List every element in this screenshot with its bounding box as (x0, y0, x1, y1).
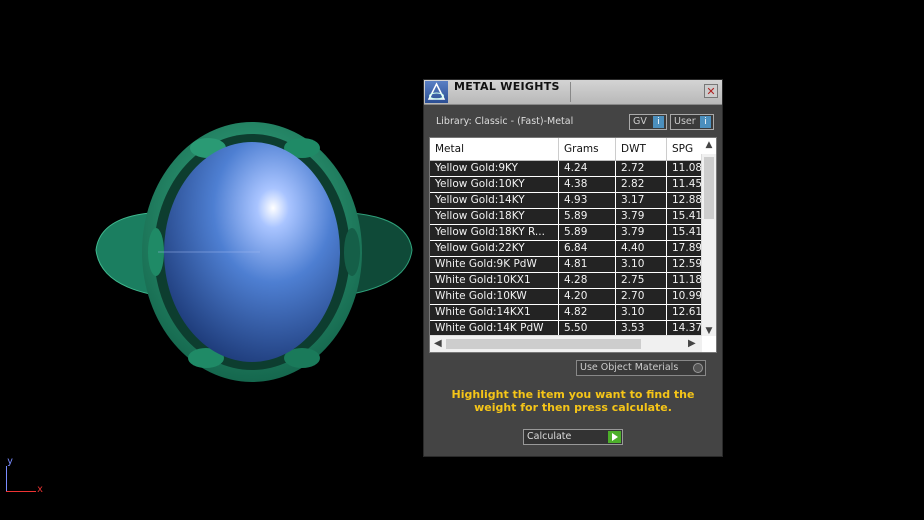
cell-spg: 15.41 (672, 226, 702, 238)
chevron-left-icon[interactable]: ◀ (434, 336, 442, 352)
table-body: Yellow Gold:9KY 4.24 2.72 11.08 Yellow Gold:… (430, 161, 702, 336)
use-object-materials-label: Use Object Materials (580, 362, 679, 373)
y-axis-line (6, 466, 7, 492)
info-icon[interactable]: i (700, 116, 711, 128)
cell-grams: 5.89 (559, 225, 616, 240)
gv-label: GV (633, 116, 647, 127)
x-axis-label: x (37, 484, 44, 495)
horizontal-scrollbar[interactable]: ◀ ▶ (430, 335, 702, 352)
vertical-scrollbar[interactable]: ▲ ▼ (701, 140, 716, 336)
calculate-label: Calculate (527, 431, 572, 442)
cell-dwt: 4.40 (616, 241, 667, 256)
cell-grams: 4.81 (559, 257, 616, 272)
panel-titlebar[interactable]: METAL WEIGHTS ✕ (424, 80, 722, 105)
chevron-right-icon[interactable]: ▶ (688, 336, 696, 352)
play-icon[interactable] (608, 431, 621, 443)
column-header-spg[interactable]: SPG (667, 138, 703, 160)
cell-spg: 11.08 (672, 162, 702, 174)
cell-dwt: 3.10 (616, 305, 667, 320)
cell-metal: Yellow Gold:14KY (430, 193, 559, 208)
cell-metal: White Gold:14K PdW (430, 321, 559, 336)
close-icon: ✕ (706, 85, 716, 98)
radio-icon[interactable] (693, 363, 703, 373)
use-object-materials-toggle[interactable]: Use Object Materials (576, 360, 706, 376)
cell-spg: 15.41 (672, 210, 702, 222)
cell-dwt: 2.75 (616, 273, 667, 288)
table-row[interactable]: Yellow Gold:18KY 5.89 3.79 15.41 (430, 209, 702, 225)
axis-indicator: y x (0, 452, 60, 502)
table-row[interactable]: Yellow Gold:18KY R... 5.89 3.79 15.41 (430, 225, 702, 241)
cell-metal: Yellow Gold:18KY (430, 209, 559, 224)
cell-spg: 14.37 (672, 322, 702, 334)
instruction-text: Highlight the item you want to find the … (451, 388, 695, 414)
table-row[interactable]: Yellow Gold:22KY 6.84 4.40 17.89 (430, 241, 702, 257)
cell-spg: 11.18 (672, 274, 702, 286)
metal-weights-panel: METAL WEIGHTS ✕ Library: Classic - (Fast… (423, 79, 723, 457)
ring-model[interactable] (90, 118, 420, 386)
cell-grams: 6.84 (559, 241, 616, 256)
cell-metal: Yellow Gold:22KY (430, 241, 559, 256)
column-header-dwt[interactable]: DWT (616, 138, 667, 160)
table-row[interactable]: White Gold:10KW 4.20 2.70 10.99 (430, 289, 702, 305)
cell-spg: 11.45 (672, 178, 702, 190)
library-label: Library: Classic - (Fast)-Metal (436, 116, 574, 127)
cell-dwt: 2.82 (616, 177, 667, 192)
metal-table: Metal Grams DWT SPG Yellow Gold:9KY 4.24 2… (429, 137, 717, 353)
titlebar-divider (570, 82, 571, 102)
cell-dwt: 3.79 (616, 225, 667, 240)
cell-spg: 10.99 (672, 290, 702, 302)
cell-dwt: 3.79 (616, 209, 667, 224)
table-row[interactable]: Yellow Gold:9KY 4.24 2.72 11.08 (430, 161, 702, 177)
cell-metal: Yellow Gold:18KY R... (430, 225, 559, 240)
x-axis-line (6, 491, 36, 492)
cell-spg: 12.61 (672, 306, 702, 318)
table-row[interactable]: White Gold:14KX1 4.82 3.10 12.61 (430, 305, 702, 321)
table-row[interactable]: Yellow Gold:10KY 4.38 2.82 11.45 (430, 177, 702, 193)
cell-spg: 17.89 (672, 242, 702, 254)
column-header-metal[interactable]: Metal (430, 138, 559, 160)
cell-metal: White Gold:9K PdW (430, 257, 559, 272)
cell-dwt: 3.17 (616, 193, 667, 208)
app-logo-icon (425, 81, 448, 103)
column-header-grams[interactable]: Grams (559, 138, 616, 160)
cell-dwt: 2.70 (616, 289, 667, 304)
user-toggle[interactable]: User i (670, 114, 714, 130)
user-label: User (674, 116, 696, 127)
table-row[interactable]: White Gold:10KX1 4.28 2.75 11.18 (430, 273, 702, 289)
cell-grams: 4.24 (559, 161, 616, 176)
y-axis-label: y (7, 456, 14, 467)
cell-metal: White Gold:14KX1 (430, 305, 559, 320)
table-header: Metal Grams DWT SPG (430, 138, 702, 161)
cell-dwt: 3.10 (616, 257, 667, 272)
table-row[interactable]: Yellow Gold:14KY 4.93 3.17 12.88 (430, 193, 702, 209)
cell-metal: White Gold:10KW (430, 289, 559, 304)
cell-grams: 4.93 (559, 193, 616, 208)
cell-grams: 4.82 (559, 305, 616, 320)
cell-dwt: 2.72 (616, 161, 667, 176)
cell-grams: 4.28 (559, 273, 616, 288)
chevron-down-icon[interactable]: ▼ (702, 326, 716, 336)
gv-toggle[interactable]: GV i (629, 114, 667, 130)
close-button[interactable]: ✕ (704, 84, 718, 98)
scroll-thumb[interactable] (704, 157, 714, 219)
scroll-thumb[interactable] (446, 339, 641, 349)
cell-grams: 5.89 (559, 209, 616, 224)
cell-metal: Yellow Gold:9KY (430, 161, 559, 176)
info-icon[interactable]: i (653, 116, 664, 128)
cell-spg: 12.88 (672, 194, 702, 206)
table-row[interactable]: White Gold:9K PdW 4.81 3.10 12.59 (430, 257, 702, 273)
cell-metal: White Gold:10KX1 (430, 273, 559, 288)
calculate-button[interactable]: Calculate (523, 429, 623, 445)
cell-metal: Yellow Gold:10KY (430, 177, 559, 192)
cell-grams: 5.50 (559, 321, 616, 336)
table-row[interactable]: White Gold:14K PdW 5.50 3.53 14.37 (430, 321, 702, 336)
chevron-up-icon[interactable]: ▲ (702, 140, 716, 150)
cell-grams: 4.38 (559, 177, 616, 192)
cell-grams: 4.20 (559, 289, 616, 304)
panel-title: METAL WEIGHTS (454, 80, 560, 93)
cell-dwt: 3.53 (616, 321, 667, 336)
cell-spg: 12.59 (672, 258, 702, 270)
